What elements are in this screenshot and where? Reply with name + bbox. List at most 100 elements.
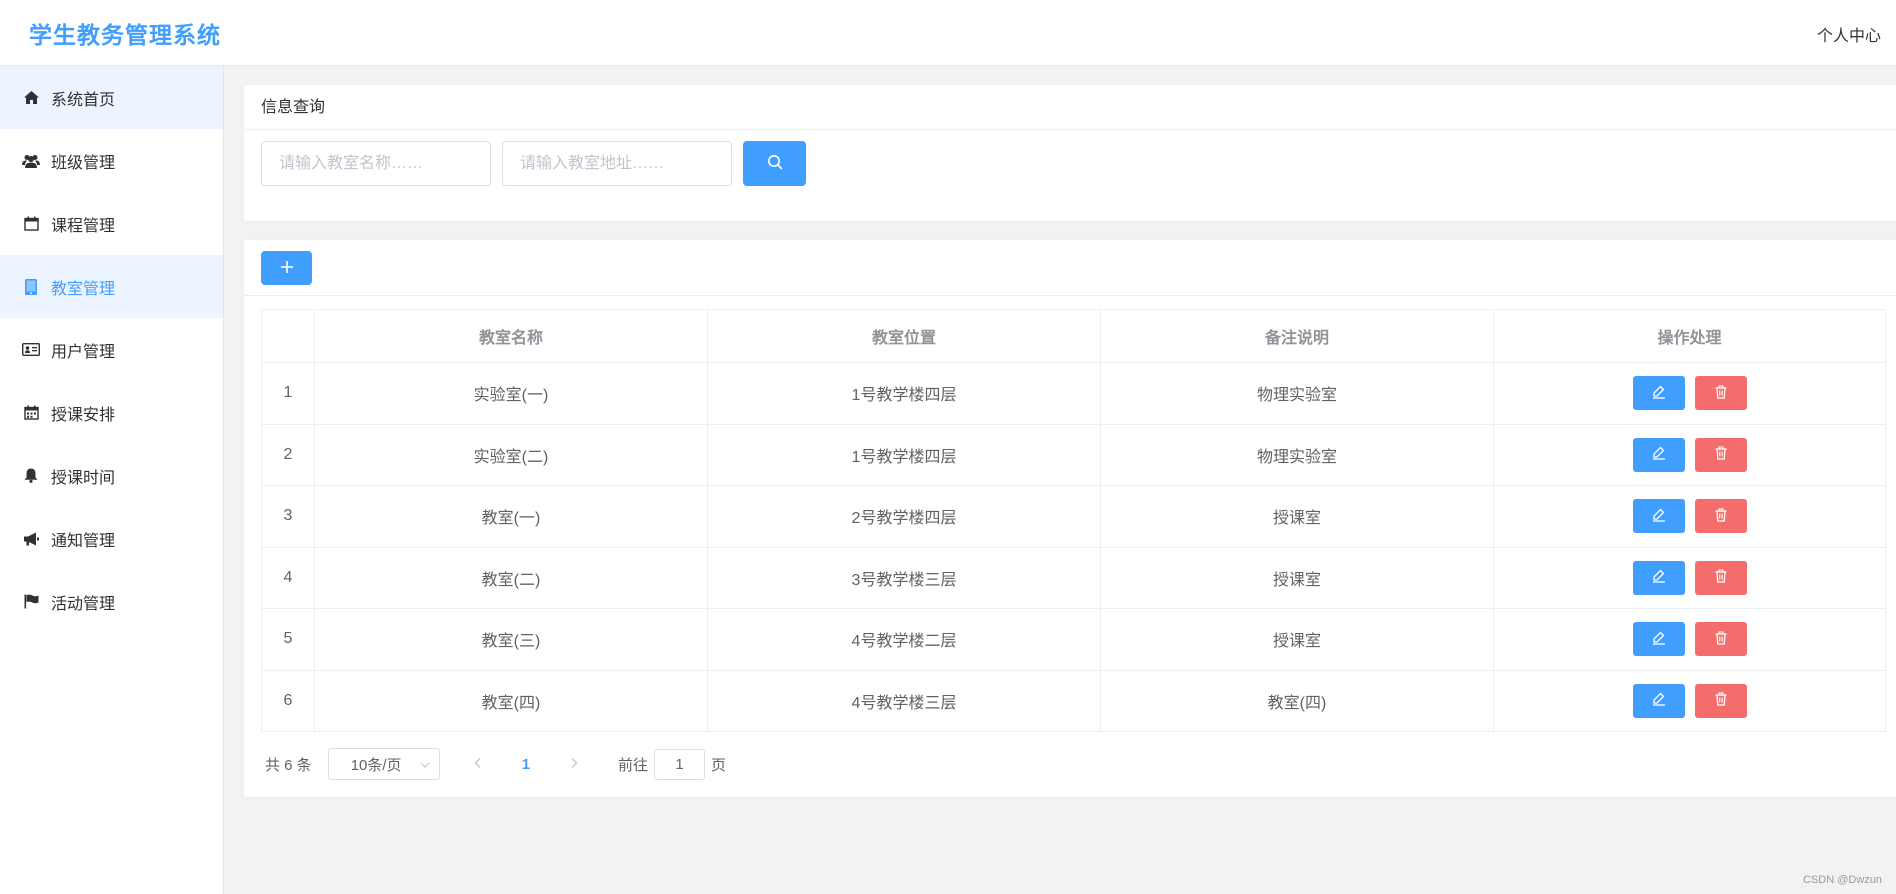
sidebar-item-courses[interactable]: 课程管理 (0, 192, 223, 255)
classroom-location: 1号教学楼四层 (707, 362, 1101, 425)
search-button[interactable] (743, 141, 806, 186)
trash-icon (1714, 385, 1728, 402)
edit-icon (1652, 631, 1666, 648)
row-index: 1 (261, 362, 315, 425)
edit-icon (1652, 569, 1666, 586)
search-icon (767, 154, 783, 173)
classroom-note: 授课室 (1100, 485, 1494, 548)
table-header-row: 教室名称 教室位置 备注说明 操作处理 (261, 309, 1886, 363)
column-header-location: 教室位置 (707, 309, 1101, 363)
edit-button[interactable] (1632, 376, 1685, 411)
table-row: 5 教室(三) 4号教学楼二层 授课室 (261, 608, 1886, 671)
sidebar-item-label: 授课时间 (51, 469, 116, 487)
edit-icon (1652, 385, 1666, 402)
edit-button[interactable] (1632, 499, 1685, 534)
edit-button[interactable] (1632, 622, 1685, 657)
page-number-current[interactable]: 1 (522, 756, 530, 773)
table-row: 1 实验室(一) 1号教学楼四层 物理实验室 (261, 362, 1886, 425)
plus-icon (280, 260, 294, 277)
sidebar-item-label: 教室管理 (51, 280, 116, 298)
classroom-note: 教室(四) (1100, 669, 1494, 732)
goto-suffix: 页 (711, 756, 727, 774)
page-size-select[interactable]: 10条/页 (327, 748, 440, 780)
classroom-name: 教室(二) (314, 546, 708, 609)
sidebar-item-notices[interactable]: 通知管理 (0, 507, 223, 570)
classroom-location: 4号教学楼三层 (707, 669, 1101, 732)
row-index: 6 (261, 669, 315, 732)
classroom-location: 4号教学楼二层 (707, 608, 1101, 671)
delete-button[interactable] (1694, 622, 1747, 657)
calendar-grid-icon (22, 404, 40, 422)
sidebar-item-home[interactable]: 系统首页 (0, 66, 223, 129)
column-header-actions: 操作处理 (1493, 309, 1886, 363)
classroom-note: 授课室 (1100, 546, 1494, 609)
chevron-down-icon (419, 758, 431, 775)
watermark: CSDN @Dwzun (1802, 874, 1882, 886)
row-actions (1493, 546, 1886, 609)
table-row: 3 教室(一) 2号教学楼四层 授课室 (261, 485, 1886, 548)
classroom-location: 1号教学楼四层 (707, 423, 1101, 486)
table-row: 6 教室(四) 4号教学楼三层 教室(四) (261, 669, 1886, 732)
sidebar-item-label: 授课安排 (51, 406, 116, 424)
sidebar-item-classes[interactable]: 班级管理 (0, 129, 223, 192)
sidebar-item-classrooms[interactable]: 教室管理 (0, 255, 223, 318)
users-icon (22, 152, 40, 170)
edit-icon (1652, 446, 1666, 463)
classroom-location: 3号教学楼三层 (707, 546, 1101, 609)
column-header-index (261, 309, 315, 363)
next-page-button[interactable] (564, 756, 584, 773)
table-row: 2 实验室(二) 1号教学楼四层 物理实验室 (261, 423, 1886, 486)
goto-page-input[interactable] (654, 748, 706, 780)
row-index: 5 (261, 608, 315, 671)
goto-prefix: 前往 (618, 756, 649, 774)
sidebar-item-users[interactable]: 用户管理 (0, 318, 223, 381)
row-index: 4 (261, 546, 315, 609)
delete-button[interactable] (1694, 683, 1747, 718)
total-count: 共 6 条 (265, 756, 312, 774)
row-actions (1493, 608, 1886, 671)
classroom-note: 物理实验室 (1100, 362, 1494, 425)
edit-button[interactable] (1632, 683, 1685, 718)
calendar-icon (22, 215, 40, 233)
row-index: 3 (261, 485, 315, 548)
trash-icon (1714, 631, 1728, 648)
row-index: 2 (261, 423, 315, 486)
sidebar-item-schedule[interactable]: 授课安排 (0, 381, 223, 444)
page-size-value: 10条/页 (350, 756, 402, 774)
classroom-name: 教室(三) (314, 608, 708, 671)
delete-button[interactable] (1694, 376, 1747, 411)
sidebar-item-time[interactable]: 授课时间 (0, 444, 223, 507)
sidebar-item-label: 系统首页 (51, 91, 116, 109)
sidebar: 系统首页 班级管理 课程管理 教室管理 用户管理 授课安排 授课时间 通知管理 … (0, 66, 224, 894)
delete-button[interactable] (1694, 437, 1747, 472)
sidebar-item-label: 活动管理 (51, 595, 116, 613)
top-header: 学生教务管理系统 个人中心 (0, 0, 1896, 66)
prev-page-button[interactable] (468, 756, 488, 773)
classroom-name: 教室(一) (314, 485, 708, 548)
add-classroom-button[interactable] (261, 251, 312, 285)
trash-icon (1714, 446, 1728, 463)
delete-button[interactable] (1694, 560, 1747, 595)
user-center-link[interactable]: 个人中心 (1817, 22, 1881, 46)
sidebar-item-label: 课程管理 (51, 217, 116, 235)
app-title: 学生教务管理系统 (29, 22, 221, 48)
chevron-left-icon (473, 756, 483, 773)
edit-button[interactable] (1632, 437, 1685, 472)
search-card: 信息查询 (243, 84, 1896, 222)
bullhorn-icon (22, 530, 40, 548)
delete-button[interactable] (1694, 499, 1747, 534)
classroom-name-input[interactable] (261, 141, 491, 186)
sidebar-item-activities[interactable]: 活动管理 (0, 570, 223, 633)
sidebar-item-label: 通知管理 (51, 532, 116, 550)
tablet-icon (22, 278, 40, 296)
classroom-note: 授课室 (1100, 608, 1494, 671)
pagination: 共 6 条 10条/页 1 前往 页 (265, 748, 726, 780)
sidebar-item-label: 班级管理 (51, 154, 116, 172)
row-actions (1493, 362, 1886, 425)
home-icon (22, 89, 40, 107)
classroom-name: 教室(四) (314, 669, 708, 732)
row-actions (1493, 485, 1886, 548)
classroom-address-input[interactable] (502, 141, 732, 186)
edit-button[interactable] (1632, 560, 1685, 595)
search-card-title: 信息查询 (244, 85, 1896, 130)
